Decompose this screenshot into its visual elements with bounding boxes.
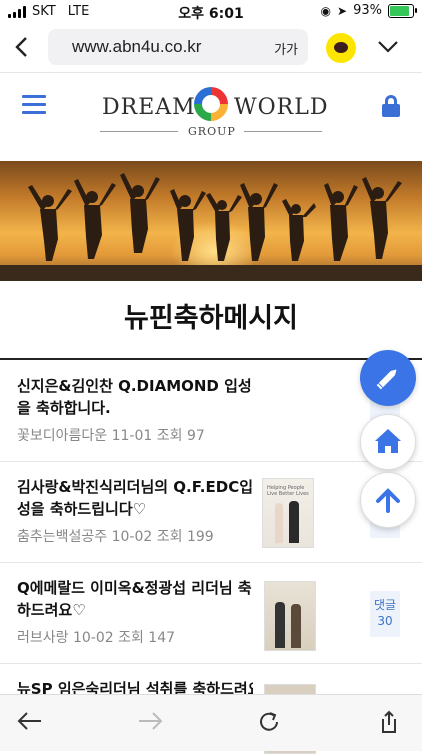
comment-count: 30	[377, 614, 393, 628]
list-item[interactable]: 김사랑&박진식리더님의 Q.F.EDC입성을 축하드립니다♡ 춤추는백설공주 1…	[0, 462, 422, 563]
list-item[interactable]: 신지은&김인찬 Q.DIAMOND 입성을 축하합니다. 꽃보디아름다운 11-…	[0, 361, 422, 462]
jumping-people-silhouette	[28, 173, 402, 261]
text-size-button[interactable]: 가가	[274, 39, 298, 58]
location-icon: ➤	[337, 3, 348, 18]
share-icon[interactable]	[376, 709, 402, 741]
chevron-down-icon[interactable]	[376, 34, 400, 63]
post-title[interactable]: 신지은&김인찬 Q.DIAMOND 입성을 축하합니다.	[17, 375, 257, 419]
home-button[interactable]	[360, 414, 416, 470]
browser-toolbar	[0, 694, 422, 751]
post-thumbnail[interactable]: Helping People Live Better Lives	[262, 478, 314, 548]
post-title[interactable]: Q에메랄드 이미옥&정광섭 리더님 축하드려요♡	[17, 577, 253, 621]
rotation-lock-icon: ◉	[320, 3, 332, 18]
back-icon[interactable]	[10, 34, 36, 60]
browser-bar: www.abn4u.co.kr 가가	[0, 24, 422, 73]
post-meta: 러브사랑 10-02 조회 147	[17, 630, 176, 646]
comment-label: 댓글	[373, 598, 397, 612]
site-header: DREAM WORLD GROUP	[0, 73, 422, 159]
hero-banner	[0, 161, 422, 281]
write-button[interactable]	[360, 350, 416, 406]
lock-icon[interactable]	[382, 95, 400, 117]
kakao-chat-button[interactable]	[326, 33, 356, 63]
logo-word-world: WORLD	[234, 95, 329, 120]
post-title[interactable]: 김사랑&박진식리더님의 Q.F.EDC입성을 축하드립니다♡	[17, 476, 253, 520]
comment-count-badge[interactable]: 댓글 30	[370, 591, 400, 637]
battery-icon	[388, 3, 417, 18]
title-divider	[0, 358, 422, 360]
thumb-caption: Helping People Live Better Lives	[267, 485, 309, 497]
refresh-icon[interactable]	[256, 709, 282, 741]
home-icon	[375, 429, 401, 453]
globe-icon	[194, 87, 228, 121]
post-meta: 춤추는백설공주 10-02 조회 199	[17, 529, 214, 545]
list-item[interactable]: Q에메랄드 이미옥&정광섭 리더님 축하드려요♡ 러브사랑 10-02 조회 1…	[0, 563, 422, 664]
back-arrow-icon[interactable]	[16, 709, 44, 739]
url-text: www.abn4u.co.kr	[72, 37, 202, 56]
site-logo[interactable]: DREAM WORLD GROUP	[100, 87, 327, 145]
page-title: 뉴핀축하메시지	[124, 303, 298, 334]
logo-word-dream: DREAM	[102, 95, 196, 120]
pencil-icon	[376, 369, 397, 390]
logo-group: GROUP	[188, 125, 236, 138]
battery-percent: 93%	[353, 3, 382, 18]
post-meta: 꽃보디아름다운 11-01 조회 97	[17, 428, 205, 444]
scroll-top-button[interactable]	[360, 472, 416, 528]
status-bar: SKT LTE 오후 6:01 ◉ ➤ 93%	[0, 0, 422, 24]
forward-arrow-icon[interactable]	[136, 709, 164, 739]
arrow-up-icon	[376, 488, 400, 513]
post-thumbnail[interactable]	[264, 581, 316, 651]
chat-bubble-icon	[334, 42, 348, 53]
menu-icon[interactable]	[22, 95, 46, 115]
address-bar[interactable]: www.abn4u.co.kr 가가	[48, 29, 308, 65]
